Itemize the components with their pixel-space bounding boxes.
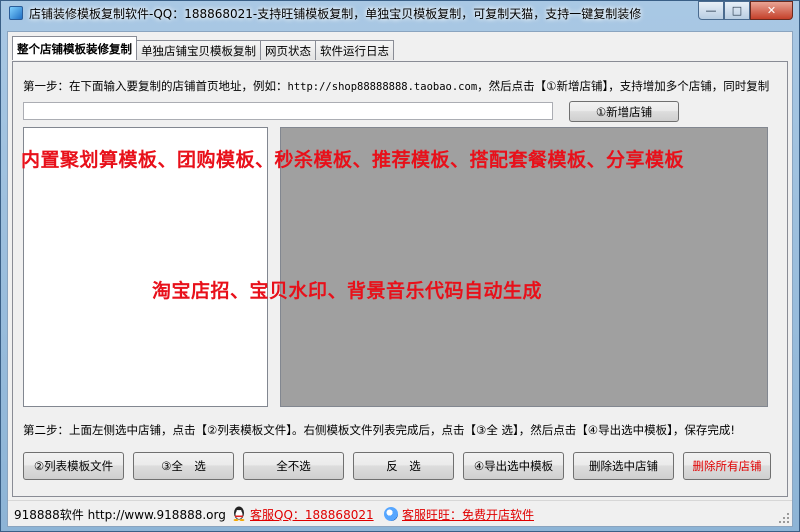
status-bar: 918888软件 http://www.918888.org 客服QQ：1888… [8, 500, 792, 526]
window-title: 店铺装修模板复制软件-QQ：188868021-支持旺铺模板复制，单独宝贝模板复… [29, 7, 642, 21]
promo-text-line1: 内置聚划算模板、团购模板、秒杀模板、推荐模板、搭配套餐模板、分享模板 [21, 149, 685, 171]
minimize-button[interactable]: — [698, 1, 724, 20]
wangwang-icon [384, 507, 398, 521]
tab-item-template-copy[interactable]: 单独店铺宝贝模板复制 [136, 40, 261, 60]
delete-all-shops-button[interactable]: 删除所有店铺 [683, 452, 771, 480]
window-controls: — □ ✕ [698, 1, 793, 20]
app-window: 店铺装修模板复制软件-QQ：188868021-支持旺铺模板复制，单独宝贝模板复… [0, 0, 800, 532]
status-site-text: 918888软件 http://www.918888.org [14, 508, 226, 522]
qq-penguin-icon [233, 506, 245, 521]
tab-strip: 整个店铺模板装修复制 单独店铺宝贝模板复制 网页状态 软件运行日志 [12, 36, 394, 60]
step1-instruction: 第一步：在下面输入要复制的店铺首页地址，例如：http://shop888888… [23, 78, 769, 94]
shop-url-input[interactable] [23, 102, 553, 120]
customer-service-wangwang-link[interactable]: 客服旺旺：免费开店软件 [402, 506, 534, 523]
customer-service-qq-link[interactable]: 客服QQ：188868021 [250, 506, 374, 523]
invert-selection-button[interactable]: 反 选 [353, 452, 454, 480]
step1-suffix: ，然后点击【①新增店铺】，支持增加多个店铺，同时复制 [477, 79, 770, 93]
step1-example-url: http://shop88888888.taobao.com [287, 81, 478, 93]
tab-run-log[interactable]: 软件运行日志 [315, 40, 394, 60]
promo-text-line2: 淘宝店招、宝贝水印、背景音乐代码自动生成 [152, 280, 543, 302]
app-icon [9, 6, 23, 20]
tab-page-status[interactable]: 网页状态 [260, 40, 316, 60]
list-templates-button[interactable]: ②列表模板文件 [23, 452, 124, 480]
maximize-button[interactable]: □ [724, 1, 750, 20]
close-button[interactable]: ✕ [750, 1, 793, 20]
resize-grip-icon[interactable] [778, 512, 790, 524]
step2-instruction: 第二步：上面左侧选中店铺，点击【②列表模板文件】。右侧模板文件列表完成后，点击【… [23, 423, 735, 437]
step1-prefix: 第一步：在下面输入要复制的店铺首页地址，例如： [23, 79, 288, 93]
select-all-button[interactable]: ③全 选 [133, 452, 234, 480]
title-bar[interactable]: 店铺装修模板复制软件-QQ：188868021-支持旺铺模板复制，单独宝贝模板复… [1, 1, 799, 27]
export-selected-button[interactable]: ④导出选中模板 [463, 452, 564, 480]
select-none-button[interactable]: 全不选 [243, 452, 344, 480]
delete-selected-shop-button[interactable]: 删除选中店铺 [573, 452, 674, 480]
add-shop-button[interactable]: ①新增店铺 [569, 101, 679, 122]
tab-whole-shop-copy[interactable]: 整个店铺模板装修复制 [12, 36, 137, 60]
